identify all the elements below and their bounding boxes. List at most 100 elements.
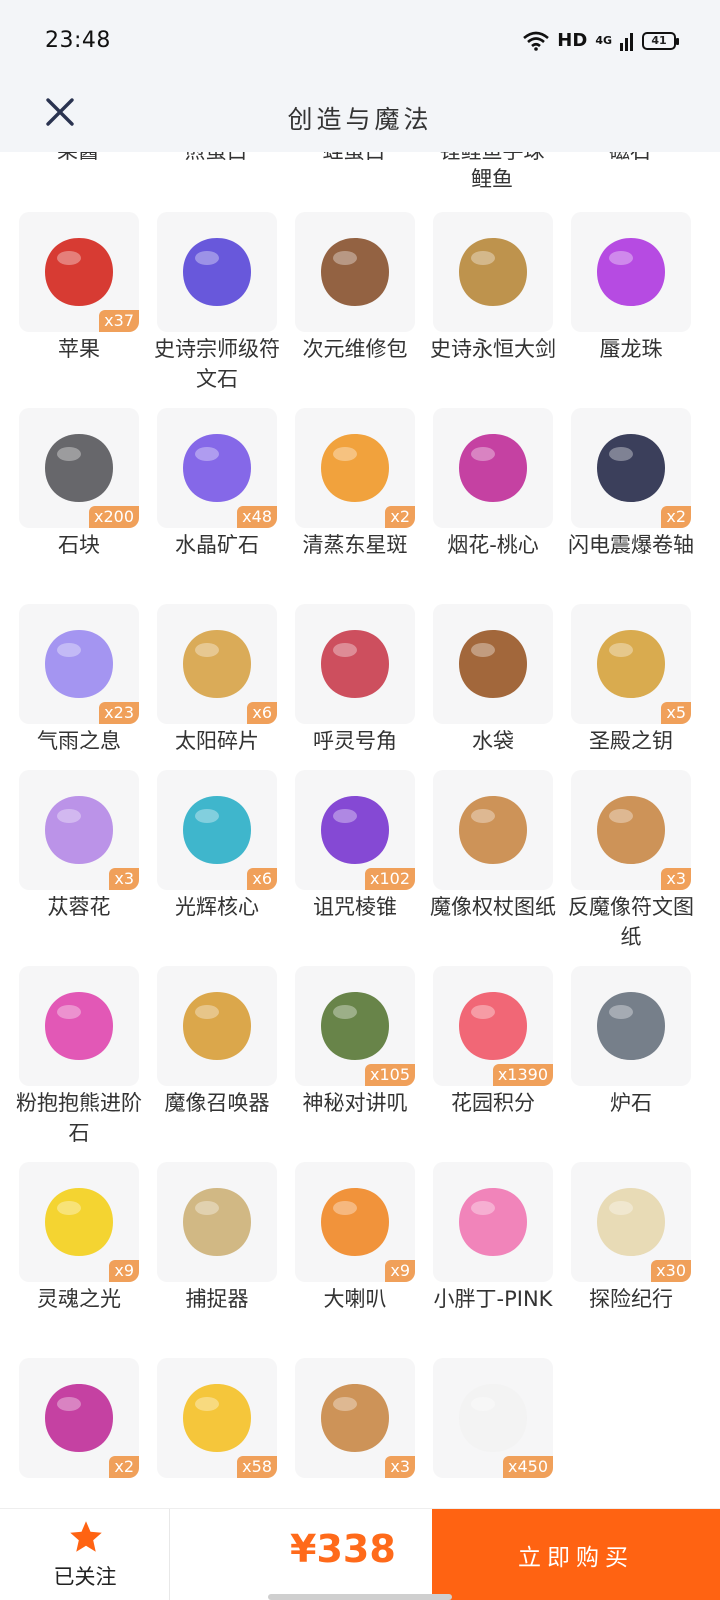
item-name: 小胖丁-PINK	[433, 1287, 553, 1311]
item-card[interactable]: x23 气雨之息	[19, 604, 139, 756]
item-card[interactable]: 蜃龙珠	[571, 212, 691, 364]
gem-icon	[45, 992, 113, 1060]
home-indicator[interactable]	[268, 1594, 452, 1600]
item-count-badge: x3	[385, 1456, 415, 1478]
item-count-badge: x2	[385, 506, 415, 528]
item-card[interactable]: 小胖丁-PINK	[433, 1162, 553, 1314]
item-card[interactable]: x9 灵魂之光	[19, 1162, 139, 1314]
item-count-badge: x200	[88, 506, 139, 528]
item-name: 灵魂之光	[37, 1287, 121, 1311]
blueprint-icon	[459, 796, 527, 864]
white-cube-icon	[459, 1384, 527, 1452]
item-count-badge: x1390	[492, 1064, 553, 1086]
nav-bar: 创造与魔法	[0, 80, 720, 152]
item-card[interactable]: 魔像召唤器	[157, 966, 277, 1118]
hearthstone-icon	[597, 992, 665, 1060]
item-thumbnail	[433, 212, 553, 332]
fish-dish-icon	[321, 434, 389, 502]
item-card[interactable]: x30 探险纪行	[571, 1162, 691, 1314]
soul-light-icon	[45, 1188, 113, 1256]
item-card[interactable]: 烟花-桃心	[433, 408, 553, 560]
item-count-badge: x3	[109, 868, 139, 890]
item-thumbnail: x48	[157, 408, 277, 528]
follow-button[interactable]: 已关注	[0, 1509, 170, 1600]
item-thumbnail: x2	[571, 408, 691, 528]
item-card[interactable]: x102 诅咒棱锥	[295, 770, 415, 922]
item-name: 史诗永恒大剑	[430, 337, 556, 361]
stone-icon	[45, 434, 113, 502]
partial-row: 果酱 煎蛋白 蛙蛋白 锂鲤鱼手球 鲤鱼 磁石	[0, 152, 720, 196]
item-count-badge: x5	[661, 702, 691, 724]
item-card[interactable]: 呼灵号角	[295, 604, 415, 756]
item-card[interactable]: x48 水晶矿石	[157, 408, 277, 560]
item-card[interactable]: 史诗宗师级符文石	[154, 212, 280, 394]
follow-label: 已关注	[53, 1565, 117, 1589]
item-card[interactable]: x3	[295, 1358, 415, 1478]
item-thumbnail	[433, 408, 553, 528]
item-card[interactable]: x5 圣殿之钥	[571, 604, 691, 756]
item-name: 水晶矿石	[175, 533, 259, 557]
item-thumbnail	[433, 1162, 553, 1282]
item-card[interactable]: x1390 花园积分	[433, 966, 553, 1118]
item-thumbnail: x30	[571, 1162, 691, 1282]
item-count-badge: x450	[502, 1456, 553, 1478]
status-icons: HD 4G 41	[523, 30, 679, 51]
network-type: 4G	[595, 34, 612, 47]
item-card[interactable]: 粉抱抱熊进阶石	[16, 966, 142, 1148]
item-card[interactable]: 捕捉器	[157, 1162, 277, 1314]
item-card[interactable]: x37 苹果	[19, 212, 139, 364]
item-card[interactable]: x105 神秘对讲叽	[295, 966, 415, 1118]
item-card[interactable]: x6 太阳碎片	[157, 604, 277, 756]
item-card[interactable]: x2	[19, 1358, 139, 1478]
item-count-badge: x48	[237, 506, 277, 528]
item-count-badge: x6	[247, 868, 277, 890]
item-name: 气雨之息	[37, 729, 121, 753]
bottom-bar: 已关注 ¥338 立即购买	[0, 1508, 720, 1600]
item-card[interactable]: 魔像权杖图纸	[430, 770, 556, 922]
item-card[interactable]: 炉石	[571, 966, 691, 1118]
item-count-badge: x37	[99, 310, 139, 332]
item-name: 探险纪行	[589, 1287, 673, 1311]
item-card[interactable]: 史诗永恒大剑	[430, 212, 556, 364]
item-card[interactable]: 次元维修包	[295, 212, 415, 364]
item-count-badge: x30	[651, 1260, 691, 1282]
page-title: 创造与魔法	[287, 105, 433, 134]
pyramid-icon	[321, 796, 389, 864]
paper-scroll-icon	[597, 1188, 665, 1256]
partial-label: 煎蛋白	[146, 152, 286, 166]
item-grid[interactable]: 果酱 煎蛋白 蛙蛋白 锂鲤鱼手球 鲤鱼 磁石 x37 苹果 史诗宗师级符文石次元维修…	[0, 152, 720, 1508]
item-thumbnail: x200	[19, 408, 139, 528]
item-card[interactable]: x2 闪电震爆卷轴	[568, 408, 694, 560]
item-card[interactable]: x3 苁蓉花	[19, 770, 139, 922]
item-name: 诅咒棱锥	[313, 895, 397, 919]
item-name: 神秘对讲叽	[302, 1091, 408, 1115]
hd-indicator: HD	[557, 30, 588, 51]
item-count-badge: x9	[385, 1260, 415, 1282]
wifi-icon	[523, 31, 550, 51]
item-card[interactable]: x2 清蒸东星斑	[295, 408, 415, 560]
repair-bag-icon	[321, 238, 389, 306]
item-thumbnail	[157, 1162, 277, 1282]
item-card[interactable]: x3 反魔像符文图纸	[568, 770, 694, 952]
item-name: 清蒸东星斑	[302, 533, 408, 557]
item-card[interactable]: x9 大喇叭	[295, 1162, 415, 1314]
partial-label: 蛙蛋白	[284, 152, 424, 166]
item-thumbnail: x2	[295, 408, 415, 528]
flower-icon	[45, 796, 113, 864]
battery-icon: 41	[642, 31, 679, 50]
item-count-badge: x102	[364, 868, 415, 890]
pearl-icon	[597, 238, 665, 306]
item-card[interactable]: x6 光辉核心	[157, 770, 277, 922]
item-card[interactable]: 水袋	[433, 604, 553, 756]
item-thumbnail: x2	[19, 1358, 139, 1478]
item-name: 太阳碎片	[175, 729, 259, 753]
item-thumbnail	[295, 212, 415, 332]
blueprint-icon	[321, 1384, 389, 1452]
car-icon	[459, 1188, 527, 1256]
item-card[interactable]: x58	[157, 1358, 277, 1478]
item-card[interactable]: x450	[433, 1358, 553, 1478]
item-thumbnail: x102	[295, 770, 415, 890]
item-thumbnail: x5	[571, 604, 691, 724]
item-card[interactable]: x200 石块	[19, 408, 139, 560]
buy-now-button[interactable]: 立即购买	[432, 1509, 720, 1600]
